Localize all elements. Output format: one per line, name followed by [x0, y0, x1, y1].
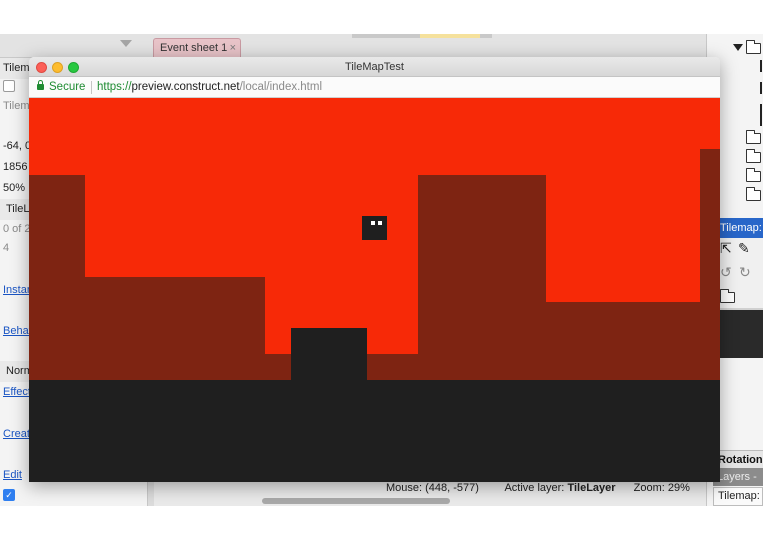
- game-canvas[interactable]: [29, 98, 720, 482]
- status-zoom: Zoom: 29%: [633, 482, 690, 494]
- folder-icon[interactable]: [745, 130, 761, 144]
- address-bar[interactable]: Secure https://preview.construct.net/loc…: [29, 77, 720, 98]
- ground-step: [291, 328, 367, 380]
- preview-browser-window: TileMapTest Secure https://preview.const…: [29, 57, 720, 482]
- rotate-cw-icon[interactable]: ↻: [739, 264, 751, 281]
- close-icon[interactable]: ×: [230, 39, 236, 58]
- tilemap-toolbar: ⇱ ✎ ↺ ↻: [718, 238, 763, 308]
- tree-guide: [760, 104, 762, 126]
- folder-icon[interactable]: [745, 40, 761, 54]
- tree-expand-icon[interactable]: [733, 44, 743, 51]
- folder-icon[interactable]: [719, 289, 735, 303]
- tree-guide: [760, 60, 762, 72]
- toolbar-strip-highlight: [420, 34, 480, 38]
- terrain-left-ledge: [85, 277, 265, 380]
- terrain-right-ledge: [546, 302, 700, 380]
- arrow-cursor-icon[interactable]: ⇱: [720, 240, 732, 257]
- player-eye: [378, 221, 382, 225]
- horizontal-scrollbar[interactable]: [262, 498, 450, 504]
- lock-icon: [37, 80, 44, 90]
- folder-icon[interactable]: [745, 187, 761, 201]
- pencil-icon[interactable]: ✎: [738, 240, 750, 257]
- tab-tilemap[interactable]: Tilemap:: [713, 487, 763, 506]
- prop-checkbox[interactable]: [3, 80, 15, 92]
- rotate-ccw-icon[interactable]: ↺: [720, 264, 732, 281]
- terrain-left-pillar: [29, 175, 85, 380]
- folder-icon[interactable]: [745, 168, 761, 182]
- tab-layers[interactable]: Layers -: [713, 468, 763, 486]
- tab-label: Event sheet 1: [160, 42, 228, 54]
- folder-icon[interactable]: [745, 149, 761, 163]
- player-sprite: [362, 216, 387, 240]
- url-path: /local/index.html: [239, 81, 323, 93]
- chevron-down-icon[interactable]: [120, 40, 132, 47]
- terrain-right-pillar: [700, 149, 720, 380]
- ground-floor: [29, 380, 720, 482]
- tileset-preview[interactable]: [718, 308, 763, 358]
- status-active-layer-value: TileLayer: [567, 482, 616, 494]
- rotation-label: Rotation: [716, 450, 763, 468]
- url-field[interactable]: https://preview.construct.net/local/inde…: [97, 77, 322, 98]
- status-mouse: Mouse: (448, -577): [386, 482, 479, 494]
- status-active-layer-label: Active layer:: [504, 482, 565, 494]
- window-title: TileMapTest: [345, 61, 404, 73]
- terrain-center-tower: [418, 175, 546, 380]
- tree-guide: [760, 82, 762, 94]
- url-scheme: https://: [97, 81, 132, 93]
- url-host: preview.construct.net: [131, 81, 240, 93]
- window-titlebar[interactable]: TileMapTest: [29, 57, 720, 77]
- tab-event-sheet-1[interactable]: Event sheet 1 ×: [153, 38, 241, 58]
- address-separator: [91, 81, 92, 94]
- tilemap-bar-header: Tilemap: T: [718, 218, 763, 238]
- enabled-checkbox[interactable]: ✓: [3, 489, 15, 501]
- secure-label: Secure: [49, 81, 86, 93]
- player-eye: [371, 221, 375, 225]
